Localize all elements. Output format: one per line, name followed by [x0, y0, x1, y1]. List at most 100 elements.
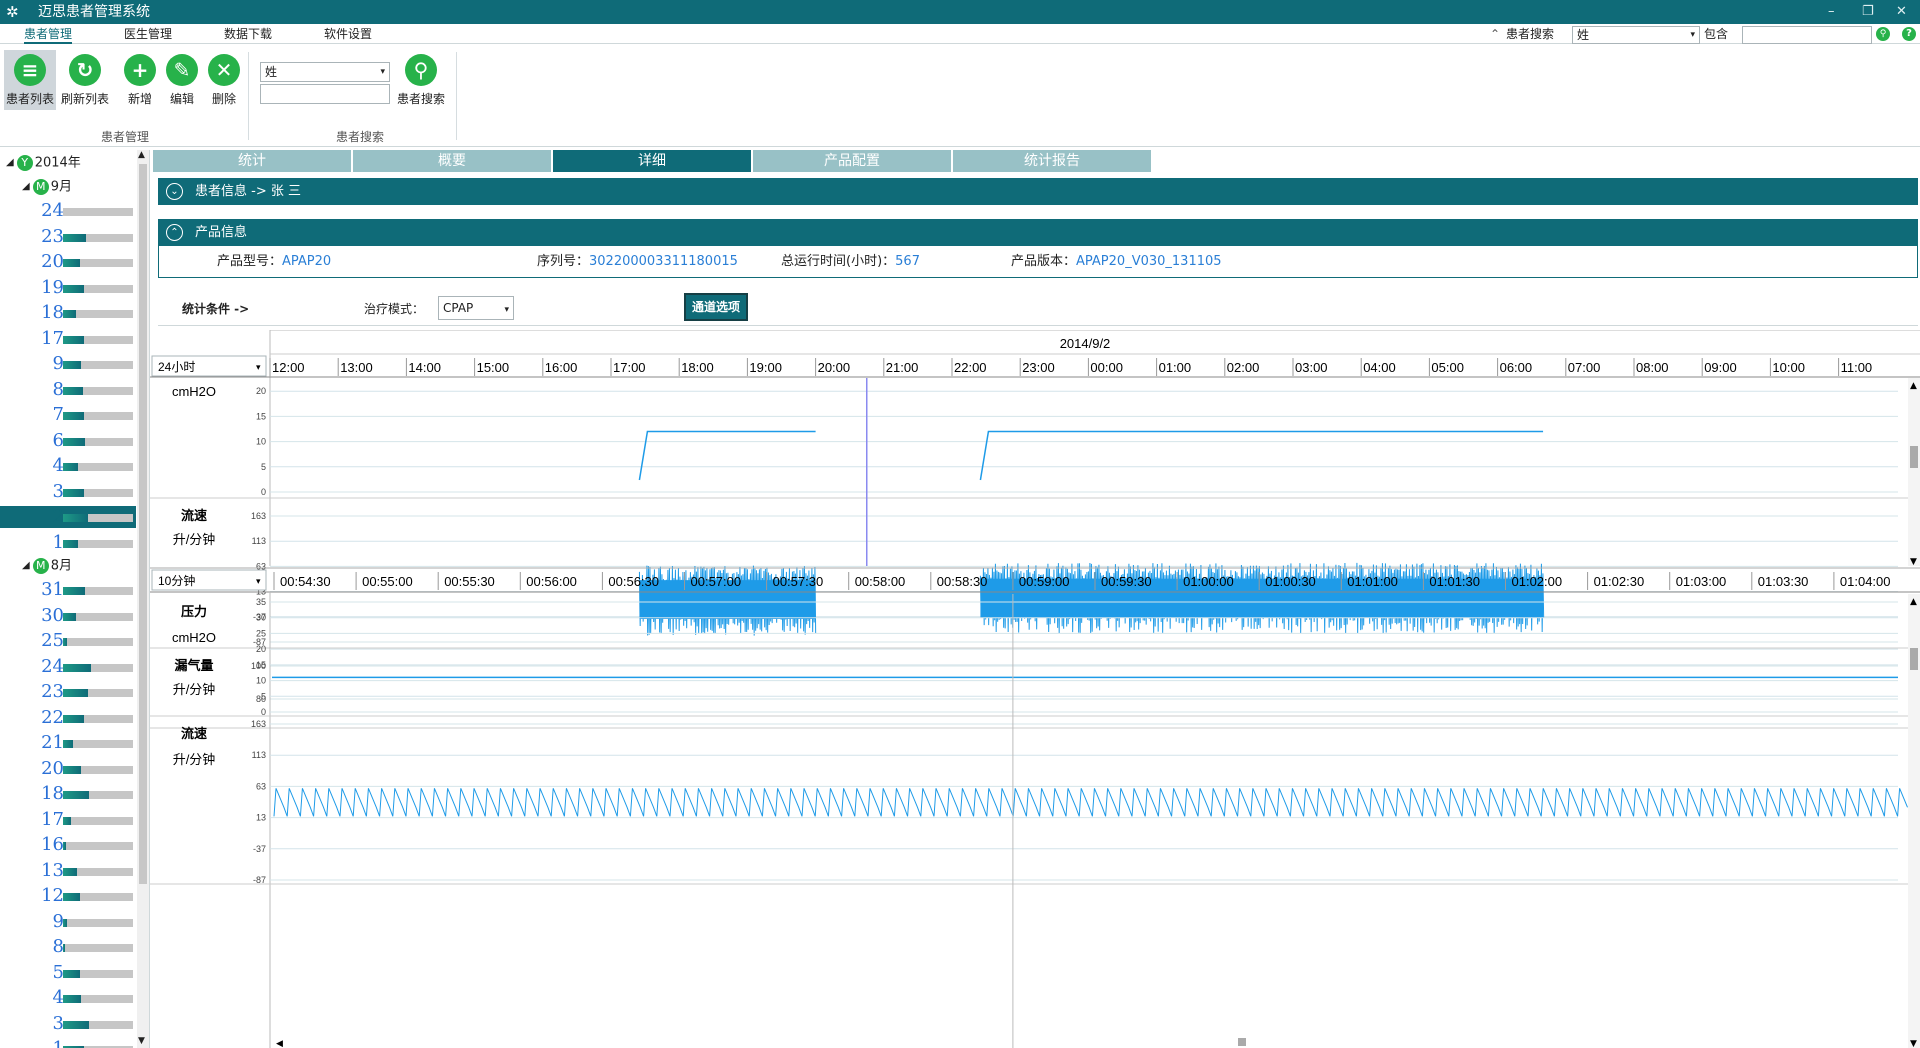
tab-product-config[interactable]: 产品配置	[753, 150, 951, 172]
tree-day-item[interactable]: 13	[0, 860, 136, 882]
tree-day-item[interactable]: 1	[0, 532, 136, 554]
tree-day-item[interactable]: 6	[0, 430, 136, 452]
tree-day-item[interactable]: 4	[0, 987, 136, 1009]
scroll-down-icon[interactable]: ▼	[1910, 1039, 1917, 1048]
tree-day-item[interactable]: 16	[0, 834, 136, 856]
edit-button[interactable]: ✎ 编辑	[162, 50, 202, 110]
tab-detail[interactable]: 详细	[553, 150, 751, 172]
usage-bar	[63, 816, 133, 825]
tree-scrollbar[interactable]: ▲ ▼	[137, 150, 149, 1048]
product-model: 产品型号：APAP20	[217, 254, 332, 269]
therapy-mode-select[interactable]: CPAP ▾	[438, 296, 514, 320]
menu-doctor-management[interactable]: 医生管理	[124, 26, 172, 42]
month-badge-icon: M	[32, 558, 49, 574]
tree-scroll-thumb[interactable]	[139, 164, 147, 884]
minimize-icon[interactable]: –	[1828, 3, 1835, 21]
patient-info-header[interactable]: ⌄ 患者信息 -> 张 三	[158, 178, 1918, 205]
menu-patient-management[interactable]: 患者管理	[24, 26, 73, 44]
detail-scroll-thumb[interactable]	[1910, 648, 1918, 670]
scroll-up-icon[interactable]: ▲	[1910, 597, 1917, 607]
tree-day-item[interactable]: 31	[0, 579, 136, 601]
tree-day-item[interactable]: 17	[0, 809, 136, 831]
tree-day-item[interactable]: 8	[0, 379, 136, 401]
help-icon[interactable]: ?	[1902, 27, 1916, 41]
tree-day-item[interactable]: 23	[0, 226, 136, 248]
overview-x-tick-label: 20:00	[818, 360, 851, 375]
tree-day-item[interactable]: 12	[0, 885, 136, 907]
usage-bar	[63, 259, 133, 267]
overview-scrollbar[interactable]	[1908, 378, 1920, 566]
y-tick-label: 10	[256, 676, 266, 686]
expand-triangle-icon[interactable]: ◢	[6, 154, 14, 172]
tree-day-item[interactable]: 20	[0, 758, 136, 780]
detail-x-tick-label: 01:02:00	[1512, 574, 1563, 589]
expand-triangle-icon[interactable]: ◢	[22, 557, 30, 575]
channel-options-button[interactable]: 通道选项	[684, 293, 748, 321]
delete-button[interactable]: ✕ 删除	[204, 50, 244, 110]
scroll-down-icon[interactable]: ▼	[138, 1036, 145, 1046]
usage-bar-fill	[63, 765, 81, 774]
tab-overview[interactable]: 概要	[353, 150, 551, 172]
tree-month[interactable]: ◢ M 8月	[22, 557, 72, 576]
tree-day-label: 23	[41, 225, 64, 247]
horizontal-scroll-thumb[interactable]	[1238, 1038, 1246, 1046]
tree-day-item[interactable]: 21	[0, 732, 136, 754]
tree-day-item[interactable]: 9	[0, 911, 136, 933]
tree-day-item[interactable]: 23	[0, 681, 136, 703]
y-tick-label: -87	[253, 875, 266, 885]
collapse-icon[interactable]: ⌃	[1490, 26, 1500, 42]
scroll-up-icon[interactable]: ▲	[1910, 381, 1917, 391]
top-search-field-select[interactable]: 姓 ▾	[1572, 26, 1700, 44]
tree-day-item[interactable]: 1	[0, 1038, 136, 1048]
year-badge-icon: Y	[16, 155, 33, 171]
tree-day-item[interactable]: 25	[0, 630, 136, 652]
tree-day-item[interactable]: 18	[0, 302, 136, 324]
restore-icon[interactable]: ❐	[1862, 3, 1874, 21]
tree-day-item[interactable]: 3	[0, 481, 136, 503]
tree-day-item[interactable]: 19	[0, 277, 136, 299]
scroll-up-icon[interactable]: ▲	[138, 150, 145, 160]
product-info-header[interactable]: ⌃ 产品信息	[158, 219, 1918, 246]
tree-day-item[interactable]: 17	[0, 328, 136, 350]
search-icon[interactable]: ⚲	[1876, 27, 1890, 41]
search-icon: ⚲	[405, 54, 437, 86]
patient-search-button[interactable]: ⚲ 患者搜索	[392, 50, 450, 110]
usage-bar	[63, 514, 133, 522]
scroll-left-icon[interactable]: ◀	[276, 1039, 283, 1048]
tree-day-item[interactable]: 24	[0, 200, 136, 222]
expand-triangle-icon[interactable]: ◢	[22, 178, 30, 196]
tree-day-item[interactable]: 4	[0, 455, 136, 477]
usage-bar	[63, 944, 133, 952]
search-text-input[interactable]	[260, 84, 390, 104]
menu-software-settings[interactable]: 软件设置	[324, 26, 372, 42]
tree-day-item[interactable]: 2	[0, 506, 136, 528]
tree-day-item[interactable]: 9	[0, 353, 136, 375]
tree-day-item[interactable]: 5	[0, 962, 136, 984]
tree-day-item[interactable]: 8	[0, 936, 136, 958]
add-button[interactable]: + 新增	[120, 50, 160, 110]
tree-day-item[interactable]: 20	[0, 251, 136, 273]
tree-month[interactable]: ◢ M 9月	[22, 178, 72, 197]
patient-list-button[interactable]: ≡ 患者列表	[4, 50, 56, 110]
tree-day-item[interactable]: 7	[0, 404, 136, 426]
close-icon[interactable]: ✕	[1896, 3, 1907, 21]
usage-bar	[63, 335, 133, 344]
refresh-list-button[interactable]: ↻ 刷新列表	[54, 50, 116, 110]
tree-day-item[interactable]: 3	[0, 1013, 136, 1035]
search-field-select[interactable]: 姓 ▾	[260, 62, 390, 82]
tree-day-item[interactable]: 24	[0, 656, 136, 678]
data-chart-area[interactable]: 2014/9/2 24小时 ▾ 12:00 13:00 14:00 15:00 16:00 17…	[150, 330, 1920, 1048]
series-unit-label: cmH2O	[172, 384, 216, 399]
tree-day-item[interactable]: 18	[0, 783, 136, 805]
top-search-input[interactable]	[1742, 26, 1872, 44]
y-tick-label: 25	[256, 628, 266, 638]
detail-x-tick-label: 00:58:00	[855, 574, 906, 589]
tree-day-item[interactable]: 22	[0, 707, 136, 729]
tree-day-item[interactable]: 30	[0, 605, 136, 627]
menu-data-download[interactable]: 数据下载	[224, 26, 272, 42]
tree-year[interactable]: ◢ Y 2014年	[6, 154, 81, 173]
tab-statistics[interactable]: 统计	[153, 150, 351, 172]
scroll-down-icon[interactable]: ▼	[1910, 557, 1917, 567]
overview-scroll-thumb[interactable]	[1910, 446, 1918, 468]
tab-statistics-report[interactable]: 统计报告	[953, 150, 1151, 172]
